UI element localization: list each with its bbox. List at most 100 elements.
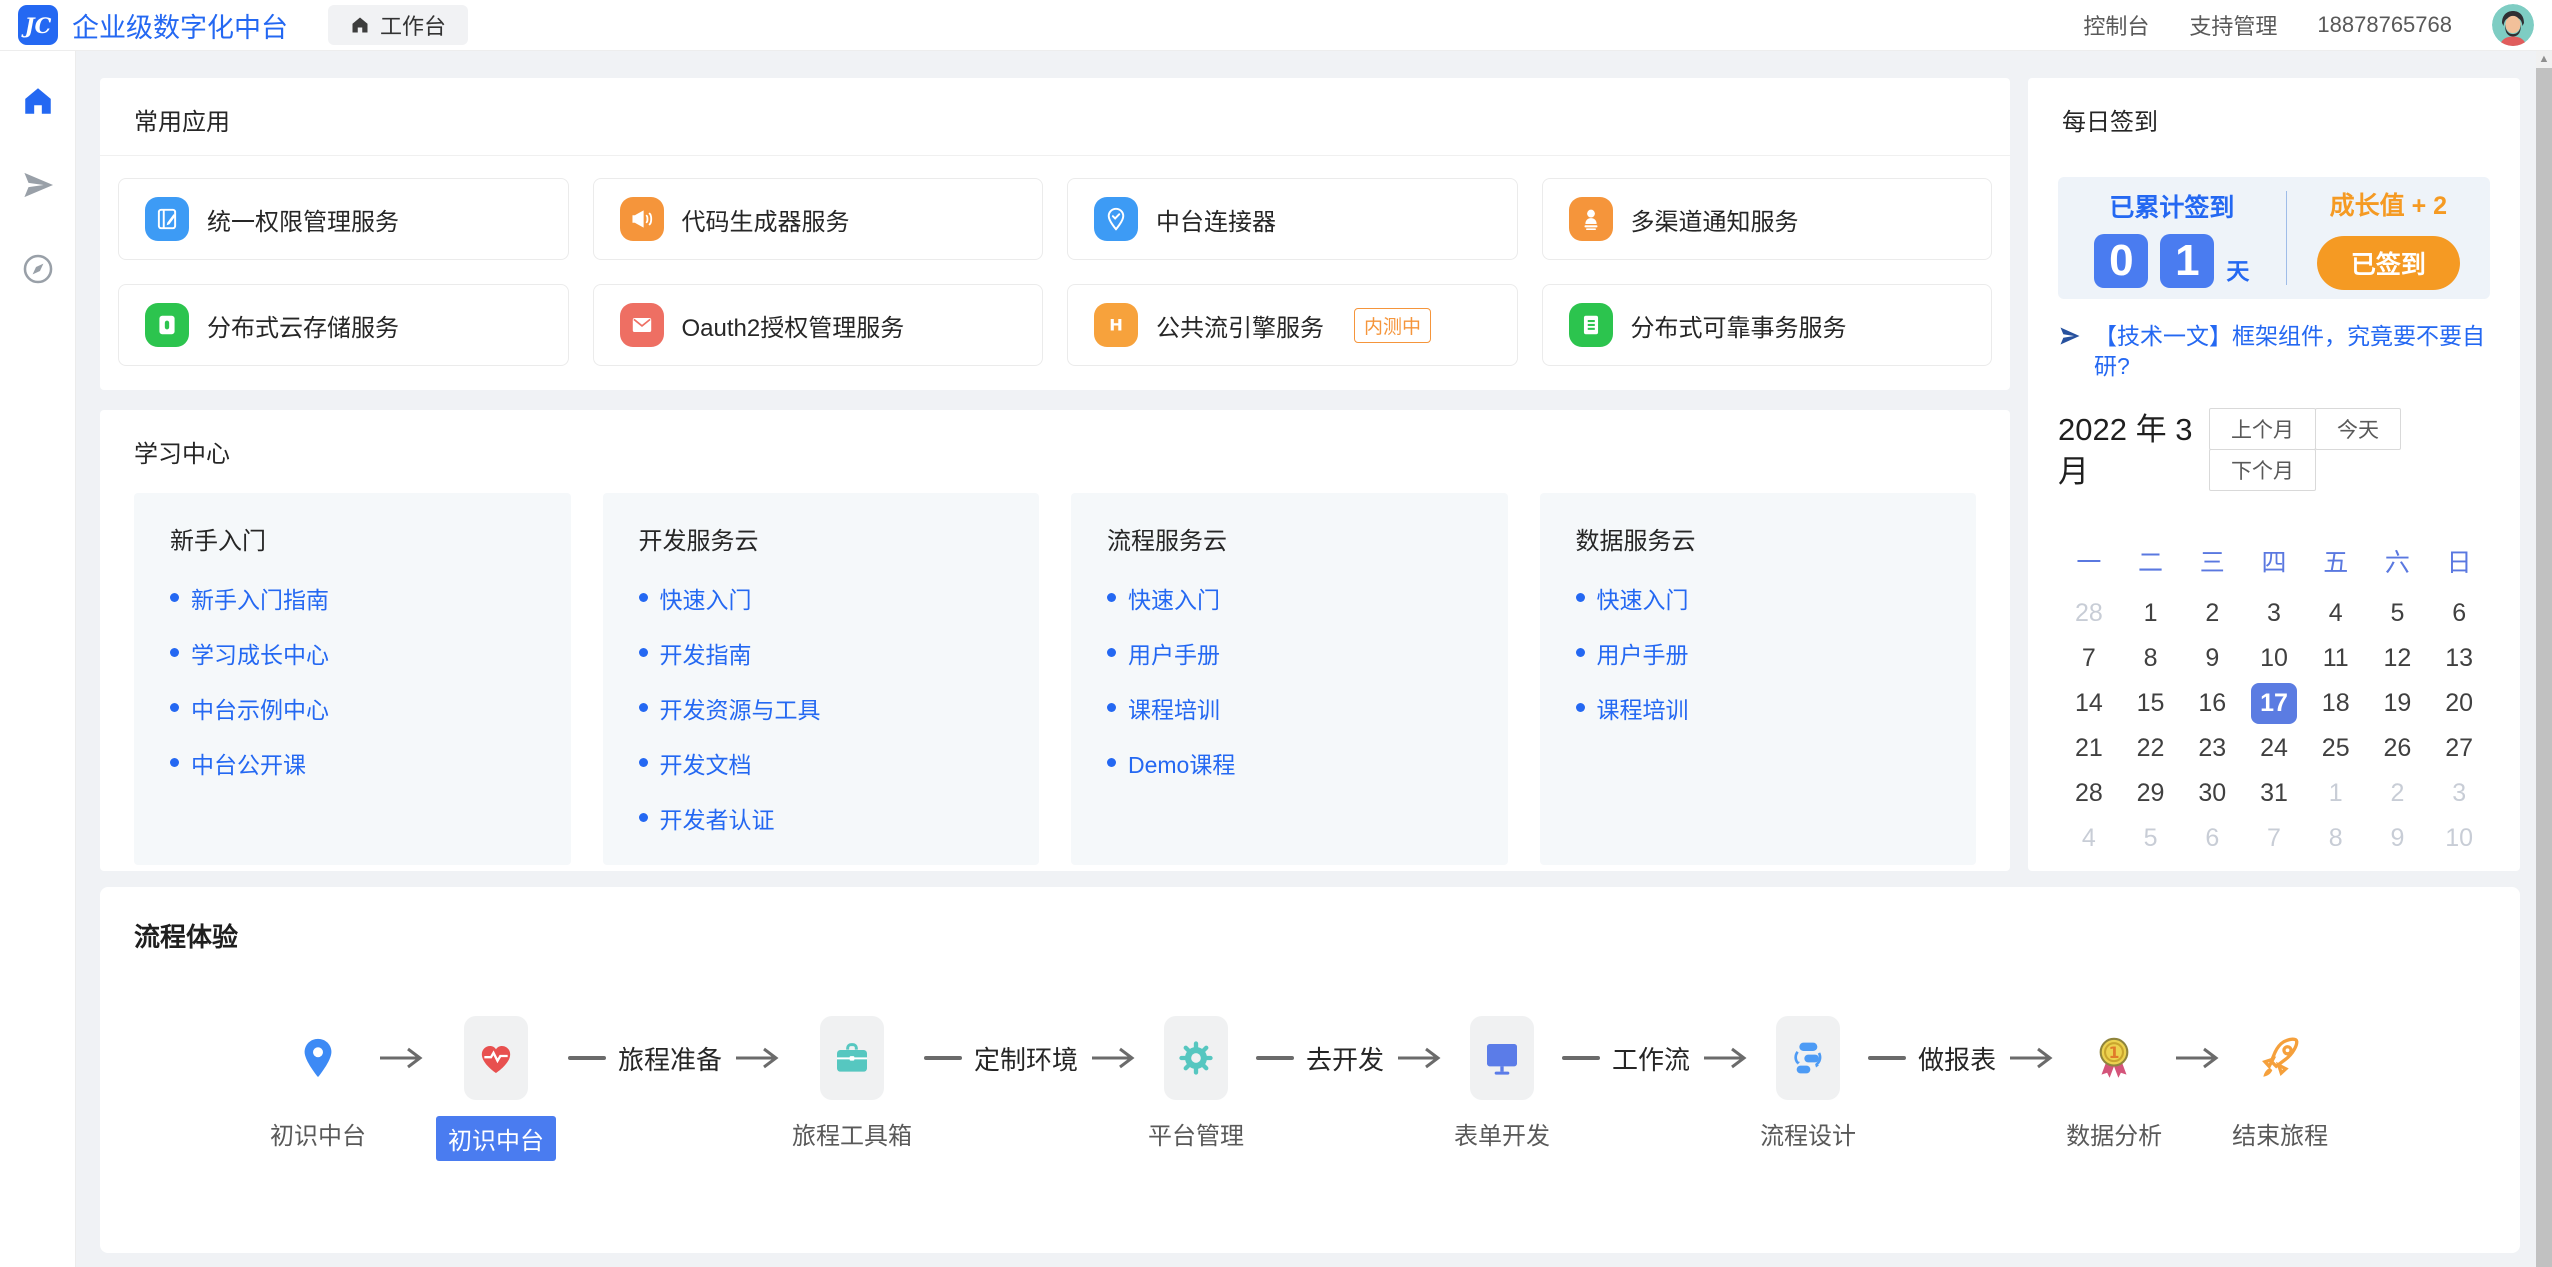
flow-node-toolbox[interactable]: 旅程工具箱 — [792, 1016, 912, 1151]
flow-node-data-analysis[interactable]: 1 数据分析 — [2066, 1016, 2162, 1151]
app-card-flow-engine[interactable]: H 公共流引擎服务 内测中 — [1067, 284, 1518, 366]
calendar-day[interactable]: 8 — [2120, 636, 2182, 681]
calendar-day[interactable]: 31 — [2243, 771, 2305, 816]
calendar-day[interactable]: 29 — [2120, 771, 2182, 816]
bullet-dot — [1576, 703, 1585, 712]
calendar-day[interactable]: 15 — [2120, 681, 2182, 726]
learning-link[interactable]: 快速入门 — [1128, 581, 1220, 615]
signed-in-button[interactable]: 已签到 — [2317, 236, 2460, 290]
calendar-day[interactable]: 14 — [2058, 681, 2120, 726]
next-month-button[interactable]: 下个月 — [2209, 449, 2316, 491]
calendar-day[interactable]: 11 — [2305, 636, 2367, 681]
nav-console[interactable]: 控制台 — [2083, 9, 2149, 41]
mail-icon — [620, 303, 664, 347]
learning-link[interactable]: 快速入门 — [1597, 581, 1689, 615]
calendar-day[interactable]: 4 — [2305, 591, 2367, 636]
calendar-day[interactable]: 3 — [2243, 591, 2305, 636]
app-card-permission[interactable]: 统一权限管理服务 — [118, 178, 569, 260]
calendar-day[interactable]: 20 — [2428, 681, 2490, 726]
learning-link[interactable]: 课程培训 — [1597, 691, 1689, 725]
calendar-day[interactable]: 8 — [2305, 816, 2367, 861]
learning-link[interactable]: 开发者认证 — [660, 801, 775, 835]
calendar-day[interactable]: 10 — [2243, 636, 2305, 681]
home-nav-icon[interactable] — [21, 84, 55, 118]
calendar-day[interactable]: 1 — [2120, 591, 2182, 636]
app-card-transaction[interactable]: 分布式可靠事务服务 — [1542, 284, 1993, 366]
learning-link[interactable]: 用户手册 — [1128, 636, 1220, 670]
calendar-day[interactable]: 24 — [2243, 726, 2305, 771]
flow-node-label: 结束旅程 — [2232, 1116, 2328, 1151]
calendar-day[interactable]: 22 — [2120, 726, 2182, 771]
calendar-buttons: 上个月 今天 下个月 — [2210, 409, 2472, 493]
calendar-day[interactable]: 19 — [2367, 681, 2429, 726]
compass-nav-icon[interactable] — [21, 252, 55, 286]
nav-support[interactable]: 支持管理 — [2189, 9, 2277, 41]
learning-link[interactable]: 学习成长中心 — [191, 636, 329, 670]
app-label: 代码生成器服务 — [682, 202, 850, 237]
calendar-day[interactable]: 9 — [2181, 636, 2243, 681]
scrollbar-thumb[interactable] — [2536, 68, 2552, 1267]
nav-phone[interactable]: 18878765768 — [2317, 12, 2452, 38]
user-avatar[interactable] — [2492, 4, 2534, 46]
learning-link[interactable]: 新手入门指南 — [191, 581, 329, 615]
calendar-day[interactable]: 21 — [2058, 726, 2120, 771]
calendar-day[interactable]: 10 — [2428, 816, 2490, 861]
calendar-day[interactable]: 28 — [2058, 591, 2120, 636]
calendar-day[interactable]: 28 — [2058, 771, 2120, 816]
app-card-oauth[interactable]: Oauth2授权管理服务 — [593, 284, 1044, 366]
calendar-day[interactable]: 12 — [2367, 636, 2429, 681]
calendar-day[interactable]: 26 — [2367, 726, 2429, 771]
calendar-day[interactable]: 5 — [2120, 816, 2182, 861]
tab-workbench[interactable]: 工作台 — [328, 5, 468, 45]
app-card-connector[interactable]: 中台连接器 — [1067, 178, 1518, 260]
calendar-day[interactable]: 30 — [2181, 771, 2243, 816]
calendar-day[interactable]: 1 — [2305, 771, 2367, 816]
calendar-day[interactable]: 9 — [2367, 816, 2429, 861]
app-card-codegen[interactable]: 代码生成器服务 — [593, 178, 1044, 260]
learning-link[interactable]: 中台公开课 — [191, 746, 306, 780]
calendar-day[interactable]: 6 — [2428, 591, 2490, 636]
send-nav-icon[interactable] — [21, 168, 55, 202]
flow-node-intro-1[interactable]: 初识中台 — [270, 1016, 366, 1151]
calendar-day[interactable]: 25 — [2305, 726, 2367, 771]
flow-node-platform-mgmt[interactable]: 平台管理 — [1148, 1016, 1244, 1151]
app-card-notify[interactable]: 多渠道通知服务 — [1542, 178, 1993, 260]
prev-month-button[interactable]: 上个月 — [2209, 408, 2316, 450]
app-card-storage[interactable]: 分布式云存储服务 — [118, 284, 569, 366]
flow-node-process-design[interactable]: 流程设计 — [1760, 1016, 1856, 1151]
calendar-day[interactable]: 5 — [2367, 591, 2429, 636]
calendar-day[interactable]: 4 — [2058, 816, 2120, 861]
day-digit: 1 — [2160, 234, 2214, 288]
learning-column-title: 开发服务云 — [639, 521, 1004, 556]
scrollbar-up-arrow[interactable]: ▲ — [2536, 50, 2552, 68]
calendar-day[interactable]: 2 — [2367, 771, 2429, 816]
calendar-day[interactable]: 6 — [2181, 816, 2243, 861]
calendar-day[interactable]: 13 — [2428, 636, 2490, 681]
calendar-day[interactable]: 18 — [2305, 681, 2367, 726]
today-button[interactable]: 今天 — [2315, 408, 2401, 450]
calendar-day[interactable]: 27 — [2428, 726, 2490, 771]
calendar-day[interactable]: 3 — [2428, 771, 2490, 816]
calendar-day[interactable]: 2 — [2181, 591, 2243, 636]
calendar-day[interactable]: 7 — [2058, 636, 2120, 681]
learning-link[interactable]: 中台示例中心 — [191, 691, 329, 725]
learning-link[interactable]: 开发文档 — [660, 746, 752, 780]
flow-node-form-dev[interactable]: 表单开发 — [1454, 1016, 1550, 1151]
learning-link[interactable]: 快速入门 — [660, 581, 752, 615]
briefcase-icon — [820, 1016, 884, 1100]
calendar-day[interactable]: 16 — [2181, 681, 2243, 726]
learning-link[interactable]: 课程培训 — [1128, 691, 1220, 725]
app-label: 分布式云存储服务 — [207, 308, 399, 343]
flow-node-end-journey[interactable]: 结束旅程 — [2232, 1016, 2328, 1151]
learning-link[interactable]: Demo课程 — [1128, 746, 1235, 780]
news-link[interactable]: 【技术一文】框架组件，究竟要不要自研? — [2058, 321, 2490, 381]
learning-link[interactable]: 开发指南 — [660, 636, 752, 670]
flow-node-intro-2[interactable]: 初识中台 — [436, 1016, 556, 1161]
app-title: 企业级数字化中台 — [72, 6, 288, 45]
calendar-day[interactable]: 7 — [2243, 816, 2305, 861]
common-apps-panel: 常用应用 统一权限管理服务 代码生成器服务 中台连接器 多渠道通知服务 — [100, 78, 2010, 390]
learning-link[interactable]: 开发资源与工具 — [660, 691, 821, 725]
learning-link[interactable]: 用户手册 — [1597, 636, 1689, 670]
calendar-day[interactable]: 23 — [2181, 726, 2243, 771]
calendar-day[interactable]: 17 — [2243, 681, 2305, 726]
